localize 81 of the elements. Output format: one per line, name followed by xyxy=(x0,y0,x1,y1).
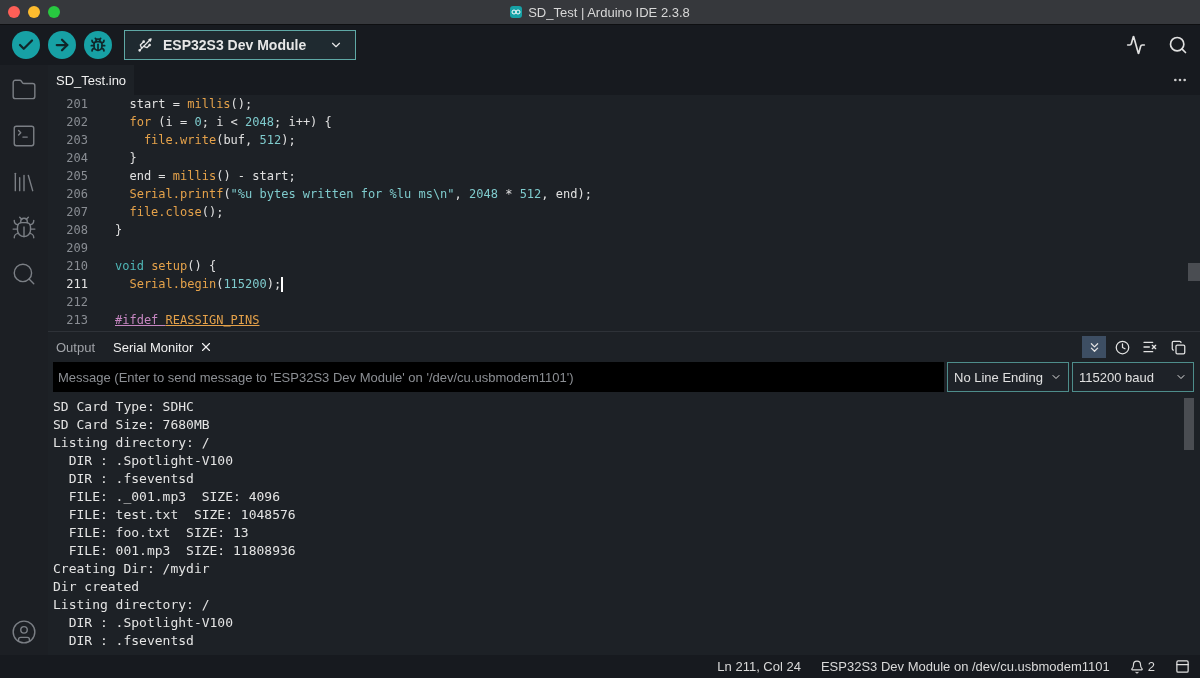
app-icon xyxy=(510,6,523,18)
bell-icon xyxy=(1129,659,1144,674)
sidebar-button[interactable] xyxy=(11,123,37,149)
output-line: SD Card Type: SDHC xyxy=(53,398,195,416)
toolbar-button[interactable] xyxy=(1082,336,1106,358)
code-line: Serial.printf("%u bytes written for %lu ms\n", 2048 * 512, end); xyxy=(128,186,592,202)
code-line: file.write(buf, 512); xyxy=(142,132,296,148)
code-line: } xyxy=(128,150,137,166)
output-line: DIR : .Spotlight-V100 xyxy=(67,452,234,470)
line-number: 203 xyxy=(65,133,88,147)
output-line: DIR : .Spotlight-V100 xyxy=(67,614,234,632)
search-icon xyxy=(11,261,37,287)
panel-icon xyxy=(1175,659,1190,674)
output-line: FILE: foo.txt SIZE: 13 xyxy=(67,524,250,542)
line-number: 207 xyxy=(65,205,88,219)
line-number: 211 xyxy=(65,277,88,291)
clock-icon xyxy=(1114,339,1130,355)
search-icon xyxy=(1168,35,1188,55)
debug-button[interactable] xyxy=(84,31,112,59)
pulse-icon xyxy=(1126,35,1146,55)
code-line: void setup() { xyxy=(115,258,217,274)
code-line: start = millis(); xyxy=(128,96,253,112)
maximize-window-button[interactable] xyxy=(48,6,60,18)
line-number: 212 xyxy=(65,295,88,309)
sidebar-button[interactable] xyxy=(11,215,37,241)
output-line: Listing directory: / xyxy=(53,596,211,614)
scrollbar-thumb[interactable] xyxy=(1188,263,1200,281)
minimize-window-button[interactable] xyxy=(28,6,40,18)
editor-tab[interactable]: SD_Test.ino xyxy=(48,65,135,95)
output-line: DIR : .fseventsd xyxy=(67,632,195,650)
line-number: 205 xyxy=(65,169,88,183)
code-line: Serial.begin(115200); xyxy=(128,276,282,292)
line-number: 208 xyxy=(65,223,88,237)
line-ending-dropdown[interactable]: No Line Ending xyxy=(947,362,1069,392)
upload-button[interactable] xyxy=(48,31,76,59)
line-number: 209 xyxy=(65,241,88,255)
sidebar-button[interactable] xyxy=(11,261,37,287)
arrow-right-icon xyxy=(53,36,71,54)
account-button[interactable] xyxy=(11,619,37,645)
code-line: } xyxy=(115,222,123,238)
line-number: 201 xyxy=(65,97,88,111)
serial-plotter-button[interactable] xyxy=(1126,35,1146,55)
code-line: for (i = 0; i < 2048; i++) { xyxy=(128,114,332,130)
output-line: DIR : .fseventsd xyxy=(67,470,195,488)
output-line: Dir created xyxy=(53,578,141,596)
output-line: Listing directory: / xyxy=(53,434,211,452)
message-field[interactable]: Message (Enter to send message to 'ESP32S3 Dev Module' on '/dev/cu.usbmodem1101') xyxy=(53,362,944,392)
debug-icon xyxy=(90,37,106,53)
output-line: SD Card Size: 7680MB xyxy=(53,416,211,434)
board-icon xyxy=(11,123,37,149)
output-line: FILE: ._001.mp3 SIZE: 4096 xyxy=(67,488,281,506)
copy-icon xyxy=(1170,339,1186,355)
board-port-status: ESP32S3 Dev Module on /dev/cu.usbmodem1101 xyxy=(820,659,1110,674)
panel-tab[interactable]: Serial Monitor xyxy=(113,339,214,355)
panel-toggle-button[interactable] xyxy=(1175,659,1190,674)
notifications-button[interactable]: 2 xyxy=(1129,659,1155,674)
output-line: FILE: test.txt SIZE: 1048576 xyxy=(67,506,297,524)
code-line: end = millis() - start; xyxy=(128,168,296,184)
line-number: 213 xyxy=(65,313,88,327)
line-number: 204 xyxy=(65,151,88,165)
debug-icon xyxy=(11,215,37,241)
line-number: 202 xyxy=(65,115,88,129)
baud-rate-dropdown[interactable]: 115200 baud xyxy=(1072,362,1194,392)
line-number: 206 xyxy=(65,187,88,201)
code-line: file.close(); xyxy=(128,204,224,220)
user-icon xyxy=(11,619,37,645)
output-line: FILE: 001.mp3 SIZE: 11808936 xyxy=(67,542,297,560)
panel-tab[interactable]: Output xyxy=(56,339,96,355)
board-selector[interactable]: ESP32S3 Dev Module xyxy=(124,30,356,60)
output-line: Creating Dir: /mydir xyxy=(53,560,211,578)
scrollbar-thumb[interactable] xyxy=(1184,398,1194,450)
text-cursor xyxy=(281,276,283,292)
window-title: SD_Test | Arduino IDE 2.3.8 xyxy=(528,4,690,20)
serial-monitor-button[interactable] xyxy=(1168,35,1188,55)
close-window-button[interactable] xyxy=(8,6,20,18)
code-line: #ifdef REASSIGN_PINS xyxy=(115,312,260,328)
verify-button[interactable] xyxy=(12,31,40,59)
cursor-position: Ln 211, Col 24 xyxy=(717,659,801,674)
clear-list-icon xyxy=(1142,339,1158,355)
line-number: 210 xyxy=(65,259,88,273)
usb-icon xyxy=(137,37,153,53)
